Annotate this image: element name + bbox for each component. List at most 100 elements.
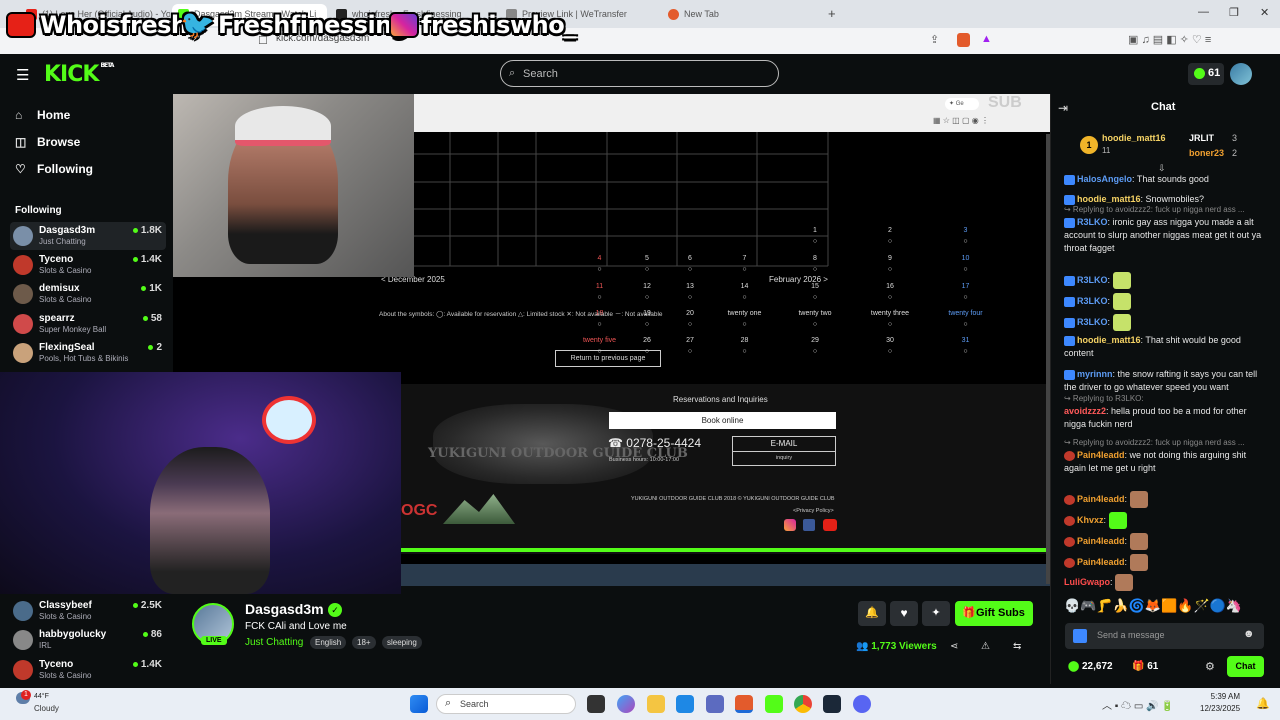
chat-username[interactable]: LuliGwapo	[1064, 577, 1110, 587]
headphones-icon	[235, 106, 331, 146]
kick-logo[interactable]: KICK BETA	[44, 62, 114, 87]
calendar-day: 4	[597, 255, 602, 262]
chat-username[interactable]: R3LKO	[1077, 296, 1108, 306]
following-item[interactable]: spearrz Super Monkey Ball 58	[10, 310, 166, 338]
recommended-item[interactable]: habbygolucky IRL 86	[10, 626, 166, 654]
nav-home[interactable]: ⌂ Home	[15, 108, 70, 122]
following-item[interactable]: Dasgasd3m Just Chatting 1.8K	[10, 222, 166, 250]
streamer-name[interactable]: Dasgasd3m	[245, 601, 324, 617]
chat-username[interactable]: Pain4leadd	[1077, 557, 1125, 567]
more-options-icon[interactable]: ⇆	[1013, 641, 1021, 652]
gift-subs-button[interactable]: 🎁 Gift Subs	[955, 601, 1033, 626]
calendar-day: 12	[643, 283, 651, 290]
chat-username[interactable]: Pain4leadd	[1077, 450, 1125, 460]
gifter-3-name[interactable]: boner23	[1189, 148, 1224, 158]
recommended-item[interactable]: Classybeef Slots & Casino 2.5K	[10, 597, 166, 625]
chat-username[interactable]: avoidzzz2	[1064, 406, 1106, 416]
file-explorer-icon[interactable]	[647, 695, 665, 713]
chat-message[interactable]: R3LKO:	[1064, 272, 1264, 289]
tag-18plus[interactable]: 18+	[352, 636, 376, 649]
chat-username[interactable]: R3LKO	[1077, 317, 1108, 327]
chat-send-button[interactable]: Chat	[1227, 656, 1264, 677]
notification-bell-icon[interactable]: 🔔	[858, 601, 886, 626]
chat-message[interactable]: Pain4leadd:	[1064, 554, 1264, 571]
discord-icon[interactable]	[853, 695, 871, 713]
chat-message[interactable]: Pain4leadd:	[1064, 491, 1264, 508]
chrome-icon[interactable]	[794, 695, 812, 713]
notifications-icon[interactable]: 🔔	[1256, 697, 1270, 710]
chat-username[interactable]: R3LKO	[1077, 275, 1108, 285]
chat-username[interactable]: Pain4leadd	[1077, 494, 1125, 504]
chat-username[interactable]: myrinnn	[1077, 369, 1113, 379]
steam-icon[interactable]	[823, 695, 841, 713]
emoji-icon[interactable]: ☻	[1243, 628, 1255, 640]
chat-message[interactable]: Khvxz:	[1064, 512, 1264, 529]
tray-icons[interactable]: ︿ ▪ ☁ ▭ 🔊 🔋	[1102, 697, 1174, 712]
tag-english[interactable]: English	[310, 636, 347, 649]
clip-icon[interactable]: ✦	[922, 601, 950, 626]
stream-category[interactable]: Just Chatting	[245, 637, 303, 648]
following-item[interactable]: demisux Slots & Casino 1K	[10, 280, 166, 308]
chat-message[interactable]: LuliGwapo:	[1064, 574, 1264, 591]
task-view-icon[interactable]	[587, 695, 605, 713]
chat-username[interactable]: hoodie_matt16	[1077, 335, 1141, 345]
chat-message[interactable]: Pain4leadd:	[1064, 533, 1264, 550]
extensions-icon[interactable]: ▣ ♫ ▤ ◧ ✧ ♡ ≡	[1128, 33, 1211, 46]
calendar-day: 16	[886, 283, 894, 290]
search-input[interactable]: ⌕ Search	[500, 60, 779, 87]
availability-mark: ○	[887, 348, 893, 355]
menu-icon[interactable]: ☰	[16, 66, 29, 84]
share-stream-icon[interactable]: ⋖	[950, 641, 958, 652]
clock-date: 12/23/2025	[1200, 704, 1241, 713]
chat-message[interactable]: R3LKO:	[1064, 293, 1264, 310]
following-item[interactable]: Tyceno Slots & Casino 1.4K	[10, 251, 166, 279]
emote-bar[interactable]: 💀🎮🦵🍌🌀🦊🟧🔥🪄🔵🦄	[1064, 598, 1264, 618]
chat-text: :	[1124, 535, 1130, 546]
tag-sleeping[interactable]: sleeping	[382, 636, 422, 649]
follow-heart-icon[interactable]: ♥	[890, 601, 918, 626]
collapse-chat-icon[interactable]: ⇥	[1058, 101, 1068, 115]
channel-points[interactable]: ⬤ 22,672	[1068, 661, 1113, 672]
nav-following[interactable]: ♡ Following	[15, 162, 93, 176]
report-icon[interactable]: ⚠	[981, 641, 990, 652]
share-icon[interactable]: ⇪	[930, 33, 939, 46]
chat-message[interactable]: HalosAngelo: That sounds good	[1064, 173, 1264, 186]
chat-username[interactable]: Khvxz	[1077, 515, 1104, 525]
chat-message[interactable]: R3LKO:	[1064, 314, 1264, 331]
chat-username[interactable]: R3LKO	[1077, 217, 1108, 227]
new-tab-button[interactable]: +	[828, 6, 836, 21]
close-window-icon[interactable]: ✕	[1260, 6, 1269, 19]
points-badge[interactable]: 61	[1188, 63, 1224, 85]
teams-icon[interactable]	[706, 695, 724, 713]
minimize-icon[interactable]: —	[1198, 6, 1209, 18]
avatar	[13, 343, 33, 363]
taskbar-search[interactable]: ⌕ Search	[436, 694, 576, 714]
user-avatar[interactable]	[1230, 63, 1252, 85]
chat-username[interactable]: HalosAngelo	[1077, 174, 1132, 184]
following-item[interactable]: FlexingSeal Pools, Hot Tubs & Bikinis 2	[10, 339, 166, 367]
brave-rewards-icon[interactable]: ▲	[981, 33, 992, 45]
top-gifter-name[interactable]: hoodie_matt16	[1102, 133, 1166, 143]
brave-taskbar-icon[interactable]	[735, 695, 753, 713]
brave-shield-icon[interactable]	[957, 33, 970, 47]
chat-message[interactable]: ↪ Replying to avoidzzz2: fuck up nigga n…	[1064, 436, 1264, 475]
nav-browse[interactable]: ◫ Browse	[15, 135, 80, 149]
chat-username[interactable]: Pain4leadd	[1077, 536, 1125, 546]
subs-count[interactable]: 🎁 61	[1132, 661, 1158, 672]
chat-message[interactable]: hoodie_matt16: That shit would be good c…	[1064, 334, 1264, 360]
maximize-icon[interactable]: ❐	[1229, 6, 1239, 19]
chat-settings-icon[interactable]: ⚙	[1205, 660, 1215, 673]
chat-message[interactable]: ↪ Replying to avoidzzz2: fuck up nigga n…	[1064, 203, 1264, 255]
tab-new[interactable]: New Tab	[662, 4, 822, 26]
chat-message[interactable]: ↪ Replying to R3LKO: avoidzzz2: hella pro…	[1064, 392, 1264, 431]
gift-box-icon: 🎁	[1132, 661, 1145, 672]
chat-input[interactable]: Send a message ☻	[1065, 623, 1264, 649]
windows-start-icon[interactable]	[410, 695, 428, 713]
heart-icon: ♡	[15, 162, 26, 176]
chat-message[interactable]: myrinnn: the snow rafting it says you ca…	[1064, 368, 1264, 394]
copilot-icon[interactable]	[617, 695, 635, 713]
store-icon[interactable]	[676, 695, 694, 713]
recommended-item[interactable]: Tyceno Slots & Casino 1.4K	[10, 656, 166, 684]
gifter-2-name[interactable]: JRLIT	[1189, 133, 1214, 143]
kick-taskbar-icon[interactable]	[765, 695, 783, 713]
